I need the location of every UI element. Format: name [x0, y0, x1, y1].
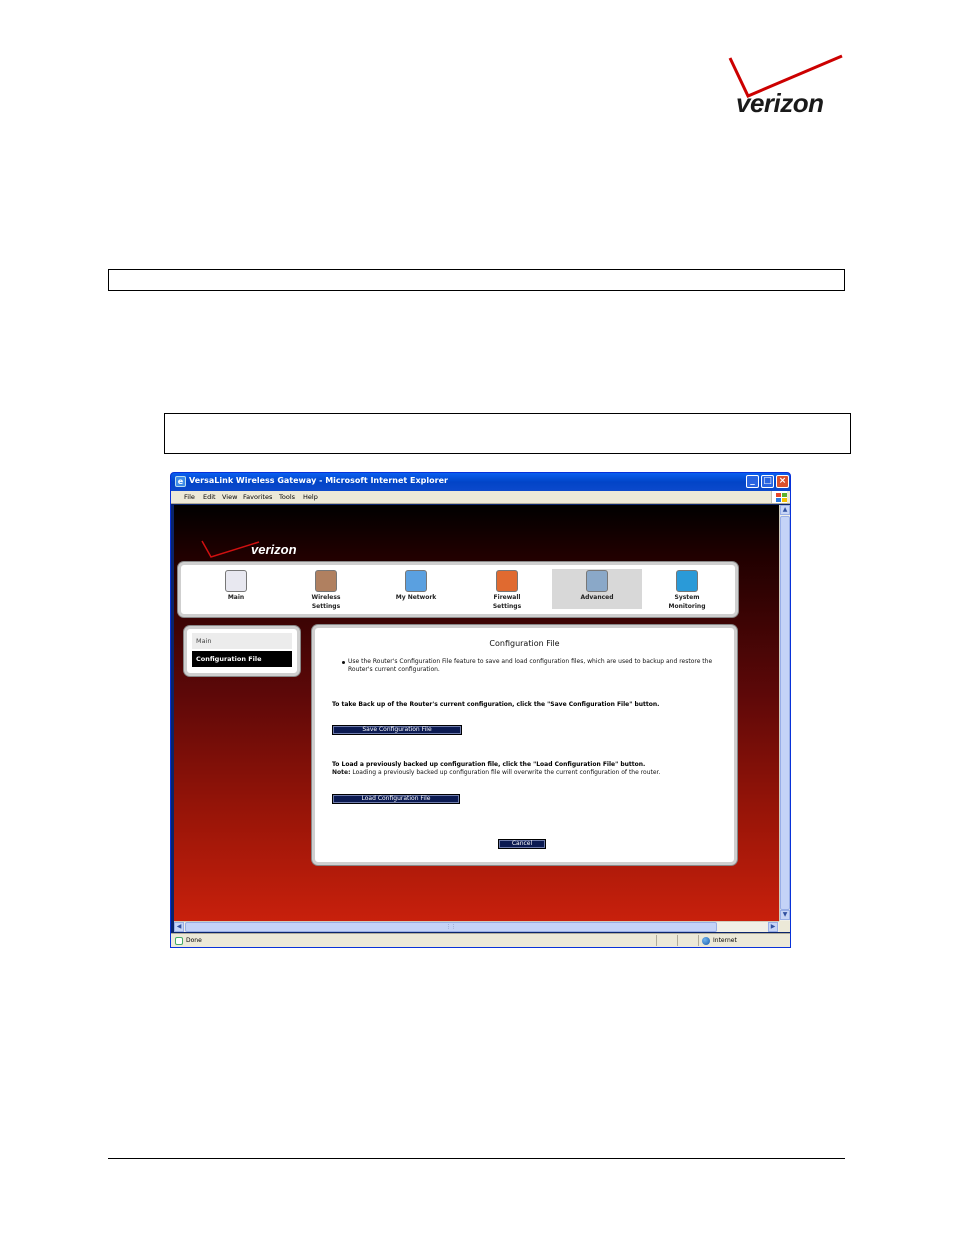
main-icon — [225, 570, 247, 592]
scroll-down-icon[interactable]: ▼ — [780, 910, 790, 920]
status-divider — [698, 935, 699, 946]
nav-system-monitoring[interactable]: System Monitoring — [642, 569, 732, 610]
verizon-document-logo: verizon — [726, 52, 846, 124]
nav-label: Advanced — [580, 594, 614, 601]
scroll-up-icon[interactable]: ▲ — [780, 505, 790, 515]
sidebar-item-configuration-file[interactable]: Configuration File — [192, 651, 292, 667]
nav-main[interactable]: Main — [191, 569, 281, 609]
maximize-button[interactable]: □ — [761, 475, 774, 488]
scroll-corner — [779, 921, 790, 932]
status-divider — [656, 935, 657, 946]
internet-zone-icon — [702, 937, 710, 945]
monitoring-icon — [676, 570, 698, 592]
page-done-icon — [175, 937, 183, 945]
status-text: Done — [186, 937, 202, 944]
sidebar-item-main[interactable]: Main — [192, 633, 292, 649]
browser-window: e VersaLink Wireless Gateway - Microsoft… — [170, 472, 791, 948]
note-body: Loading a previously backed up configura… — [350, 769, 661, 776]
nav-label-2: Monitoring — [668, 603, 706, 610]
close-button[interactable]: × — [776, 475, 789, 488]
menu-tools[interactable]: Tools — [279, 493, 295, 501]
document-footer-rule — [108, 1158, 845, 1159]
scroll-left-icon[interactable]: ◀ — [174, 922, 184, 932]
note-text: Note: Loading a previously backed up con… — [332, 769, 660, 776]
page-title: Configuration File — [489, 639, 560, 648]
sidebar: Main Configuration File — [184, 626, 300, 676]
nav-label-2: Settings — [492, 603, 522, 610]
page-viewport: verizon Main Wireless Settings My Networ… — [174, 505, 779, 921]
cancel-button[interactable]: Cancel — [498, 839, 546, 849]
note-label: Note: — [332, 769, 351, 776]
load-configuration-file-button[interactable]: Load Configuration File — [332, 794, 460, 804]
save-configuration-file-button[interactable]: Save Configuration File — [332, 725, 462, 735]
status-divider — [677, 935, 678, 946]
document-text-box-2 — [164, 413, 851, 454]
menu-edit[interactable]: Edit — [203, 493, 216, 501]
menu-favorites[interactable]: Favorites — [243, 493, 272, 501]
firewall-icon — [496, 570, 518, 592]
status-bar: Done Internet — [171, 933, 790, 947]
wireless-icon — [315, 570, 337, 592]
nav-label-2: Settings — [311, 603, 341, 610]
browser-title: VersaLink Wireless Gateway - Microsoft I… — [189, 476, 448, 485]
nav-label: Firewall — [493, 594, 521, 601]
advanced-icon — [586, 570, 608, 592]
nav-label: My Network — [395, 594, 437, 601]
nav-advanced[interactable]: Advanced — [552, 569, 642, 609]
horizontal-scrollbar[interactable]: ◀ ⋮⋮ ▶ — [174, 921, 779, 932]
page-logo-text: verizon — [251, 542, 297, 557]
nav-label: Main — [227, 594, 245, 601]
content-panel: Configuration File Use the Router's Conf… — [312, 625, 737, 865]
minimize-button[interactable]: _ — [746, 475, 759, 488]
browser-title-bar[interactable]: e VersaLink Wireless Gateway - Microsoft… — [171, 473, 790, 491]
nav-label: Wireless — [311, 594, 341, 601]
windows-flag-icon — [771, 491, 787, 503]
ie-icon: e — [175, 476, 186, 487]
network-icon — [405, 570, 427, 592]
menu-view[interactable]: View — [222, 493, 237, 501]
menu-help[interactable]: Help — [303, 493, 318, 501]
document-logo-text: verizon — [736, 88, 824, 118]
vertical-scrollbar[interactable]: ▲ ▼ — [779, 505, 790, 921]
document-text-box-1 — [108, 269, 845, 291]
browser-menu-bar: File Edit View Favorites Tools Help — [171, 491, 790, 504]
nav-wireless-settings[interactable]: Wireless Settings — [281, 569, 371, 610]
load-instruction: To Load a previously backed up configura… — [332, 761, 646, 768]
bullet-icon — [342, 661, 345, 664]
verizon-page-logo: verizon — [201, 539, 311, 561]
horizontal-scroll-thumb[interactable]: ⋮⋮ — [185, 922, 717, 932]
vertical-scroll-thumb[interactable] — [780, 516, 790, 910]
main-nav: Main Wireless Settings My Network Firewa… — [178, 562, 738, 617]
zone-text: Internet — [713, 937, 737, 944]
nav-label: System — [674, 594, 700, 601]
menu-file[interactable]: File — [184, 493, 195, 501]
nav-firewall-settings[interactable]: Firewall Settings — [462, 569, 552, 610]
description-text: Use the Router's Configuration File feat… — [348, 658, 713, 673]
backup-instruction: To take Back up of the Router's current … — [332, 701, 660, 708]
scroll-right-icon[interactable]: ▶ — [768, 922, 778, 932]
nav-my-network[interactable]: My Network — [371, 569, 461, 609]
